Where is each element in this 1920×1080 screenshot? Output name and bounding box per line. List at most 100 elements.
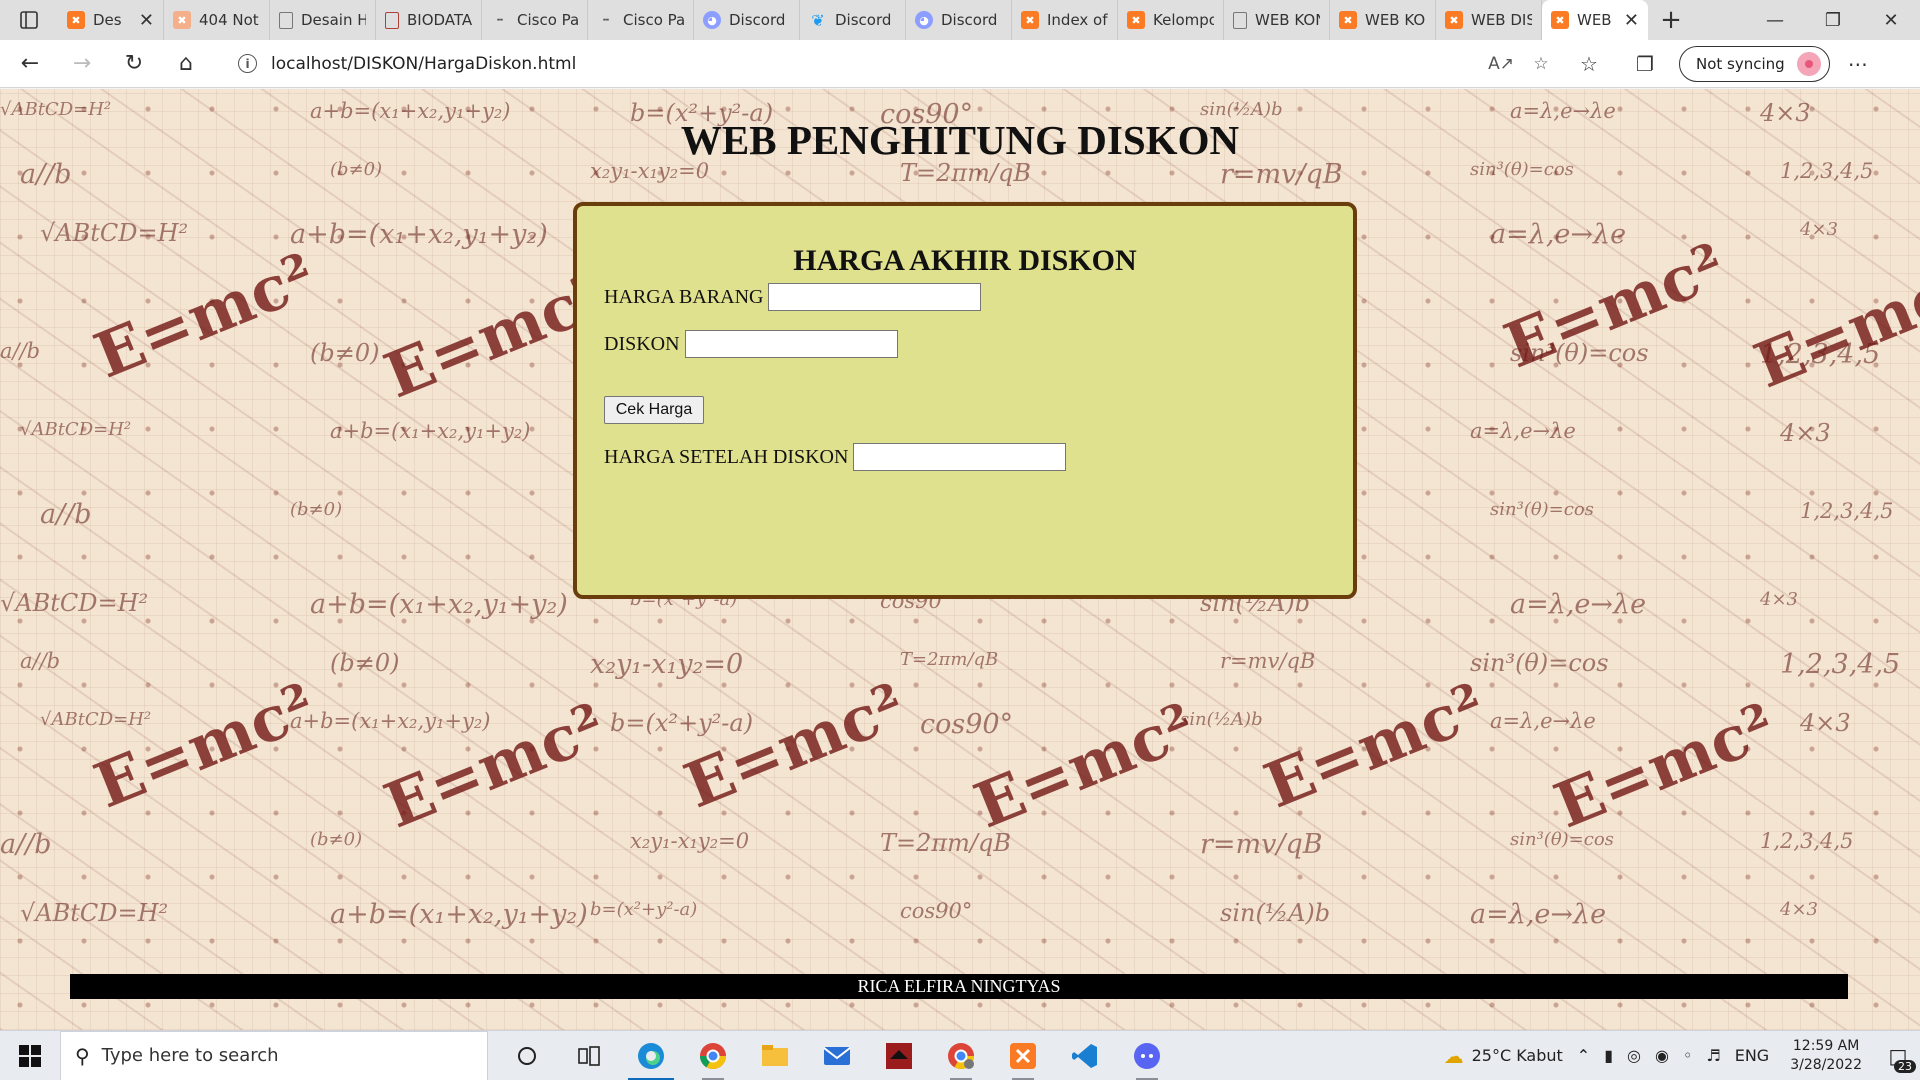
tab-title: WEB <box>1577 11 1612 29</box>
more-menu-icon[interactable]: ⋯ <box>1830 44 1886 84</box>
windows-logo-icon <box>19 1044 41 1067</box>
site-info-icon[interactable]: i <box>238 54 257 73</box>
tab-actions-icon[interactable] <box>0 0 58 40</box>
tab-title: Cisco Pac <box>623 11 684 29</box>
browser-tab[interactable]: BIODATA <box>376 0 482 40</box>
network-icon[interactable]: ◎ <box>1620 1046 1648 1065</box>
browser-tab[interactable]: ◕ Discord S <box>694 0 800 40</box>
vscode-icon[interactable] <box>1054 1031 1116 1080</box>
edge-icon[interactable] <box>620 1031 682 1080</box>
forward-button[interactable]: → <box>60 44 104 84</box>
tab-title: Des <box>93 11 122 29</box>
notification-center-icon[interactable]: □ 23 <box>1876 1031 1920 1080</box>
xampp-icon: ✖ <box>1127 11 1145 29</box>
clock-time: 12:59 AM <box>1792 1037 1860 1054</box>
close-tab-icon[interactable]: ✕ <box>1624 10 1639 31</box>
search-placeholder: Type here to search <box>101 1045 279 1066</box>
browser-tab[interactable]: WEB KON <box>1224 0 1330 40</box>
browser-tab[interactable]: ┅ Cisco Pac <box>482 0 588 40</box>
volume-icon[interactable]: ♬ <box>1699 1046 1727 1065</box>
tab-title: WEB KON <box>1255 11 1320 29</box>
browser-tab[interactable]: ❦ Discord ( <box>800 0 906 40</box>
tray-chevron-icon[interactable]: ⌃ <box>1570 1046 1597 1065</box>
tab-title: WEB DIS <box>1471 11 1532 29</box>
start-button[interactable] <box>0 1031 60 1080</box>
footer-bar: RICA ELFIRA NINGTYAS <box>70 974 1848 999</box>
tab-title: Discord ( <box>835 11 896 29</box>
minimize-button[interactable]: — <box>1746 0 1804 40</box>
wifi-icon[interactable]: ◦ <box>1676 1046 1699 1065</box>
battery-icon[interactable]: ▮ <box>1597 1046 1620 1065</box>
back-button[interactable]: ← <box>8 44 52 84</box>
chrome-profile-icon[interactable] <box>930 1031 992 1080</box>
discord-icon[interactable] <box>1116 1031 1178 1080</box>
favorites-icon[interactable]: ☆ <box>1561 44 1617 84</box>
windows-taskbar: ⚲ Type here to search ☁ 25°C Kabut ⌃ ▮ ◎… <box>0 1030 1920 1080</box>
profile-sync-button[interactable]: Not syncing <box>1679 45 1830 82</box>
window-controls: — ❐ ✕ <box>1746 0 1920 40</box>
harga-setelah-diskon-input[interactable] <box>853 443 1067 471</box>
page-viewport: √ABtCD=H² a+b=(x₁+x₂,y₁+y₂) b=(x²+y²-a) cos… <box>0 89 1920 1030</box>
harga-barang-input[interactable] <box>768 283 982 311</box>
card-heading: HARGA AKHIR DISKON <box>793 244 1137 277</box>
diskon-row: DISKON <box>604 330 898 358</box>
microphone-icon[interactable]: ◉ <box>1648 1046 1676 1065</box>
page-icon <box>279 11 293 29</box>
tab-title: Kelompo <box>1153 11 1214 29</box>
new-tab-button[interactable]: + <box>1648 0 1694 40</box>
task-view-icon[interactable] <box>558 1031 620 1080</box>
taskbar-search[interactable]: ⚲ Type here to search <box>60 1030 488 1080</box>
app-icon[interactable] <box>868 1031 930 1080</box>
restore-button[interactable]: ❐ <box>1804 0 1862 40</box>
tab-list: ✖ Des ✕ ✖ 404 Not Desain H BIODATA ┅ Cisco Pac ┅ C… <box>58 0 1648 40</box>
chrome-icon[interactable] <box>682 1031 744 1080</box>
browser-tab[interactable]: ┅ Cisco Pac <box>588 0 694 40</box>
tab-title: Discord S <box>729 11 790 29</box>
browser-tab[interactable]: ✖ Des ✕ <box>58 0 164 40</box>
file-explorer-icon[interactable] <box>744 1031 806 1080</box>
home-button[interactable]: ⌂ <box>164 44 208 84</box>
discord-icon: ◕ <box>703 11 721 29</box>
clock-date: 3/28/2022 <box>1790 1056 1862 1073</box>
add-favorite-icon[interactable]: ☆ <box>1521 46 1561 82</box>
browser-tab[interactable]: ✖ 404 Not <box>164 0 270 40</box>
cisco-icon: ┅ <box>496 14 504 26</box>
cek-harga-button[interactable]: Cek Harga <box>604 396 704 424</box>
search-icon: ⚲ <box>75 1043 90 1068</box>
diskon-input[interactable] <box>684 330 898 358</box>
system-tray: ☁ 25°C Kabut ⌃ ▮ ◎ ◉ ◦ ♬ ENG 12:59 AM 3/… <box>1437 1031 1920 1080</box>
language-indicator[interactable]: ENG <box>1728 1046 1776 1065</box>
page-title: WEB PENGHITUNG DISKON <box>680 117 1240 163</box>
weather-icon: ☁ <box>1443 1043 1464 1068</box>
browser-tab[interactable]: ✖ WEB ✕ <box>1542 0 1648 40</box>
harga-barang-label: HARGA BARANG <box>604 285 764 308</box>
xampp-icon: ✖ <box>1339 11 1357 29</box>
pdf-icon <box>385 11 399 29</box>
cortana-icon[interactable] <box>496 1031 558 1080</box>
browser-tab[interactable]: Desain H <box>270 0 376 40</box>
browser-tab[interactable]: ✖ Index of <box>1012 0 1118 40</box>
twitter-icon: ❦ <box>811 10 825 30</box>
close-tab-icon[interactable]: ✕ <box>139 10 154 31</box>
xampp-icon: ✖ <box>1551 11 1569 29</box>
refresh-button[interactable]: ↻ <box>112 44 156 84</box>
tab-title: 404 Not <box>199 11 259 29</box>
close-window-button[interactable]: ✕ <box>1862 0 1920 40</box>
harga-setelah-diskon-row: HARGA SETELAH DISKON <box>604 443 1067 471</box>
browser-tab[interactable]: ✖ Kelompo <box>1118 0 1224 40</box>
page-icon <box>1233 11 1247 29</box>
discord-icon: ◕ <box>915 11 933 29</box>
xampp-icon[interactable] <box>992 1031 1054 1080</box>
mail-icon[interactable] <box>806 1031 868 1080</box>
collections-icon[interactable]: ❐ <box>1617 44 1673 84</box>
read-aloud-icon[interactable]: A↗ <box>1481 46 1521 82</box>
browser-tab[interactable]: ✖ WEB DIS <box>1436 0 1542 40</box>
url-text[interactable]: localhost/DISKON/HargaDiskon.html <box>271 54 1481 74</box>
browser-tab[interactable]: ✖ WEB KON <box>1330 0 1436 40</box>
weather-widget[interactable]: ☁ 25°C Kabut <box>1437 1044 1570 1068</box>
clock[interactable]: 12:59 AM 3/28/2022 <box>1776 1037 1876 1075</box>
xampp-icon: ✖ <box>1021 11 1039 29</box>
discount-form-card: HARGA AKHIR DISKON HARGA BARANG DISKON C… <box>573 202 1357 599</box>
browser-tab[interactable]: ◕ Discord S <box>906 0 1012 40</box>
address-bar[interactable]: i localhost/DISKON/HargaDiskon.html A↗ ☆ <box>226 45 1561 82</box>
